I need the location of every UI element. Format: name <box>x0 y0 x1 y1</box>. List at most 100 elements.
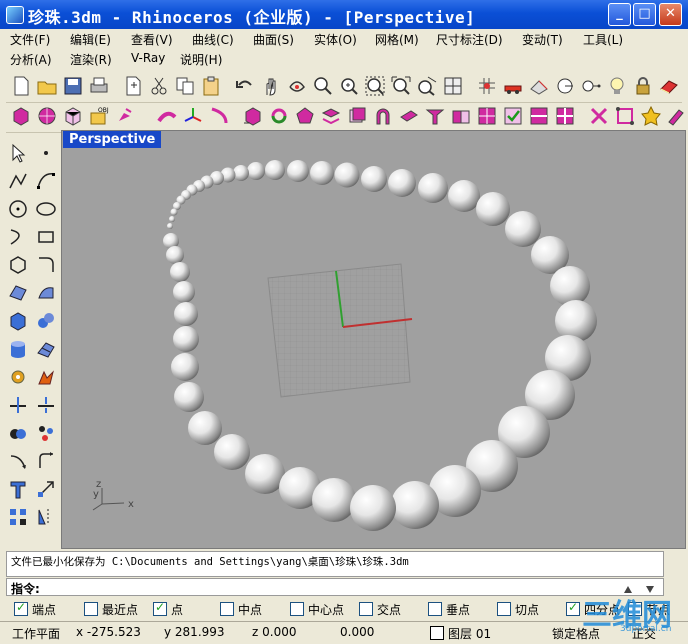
network-surface-icon[interactable] <box>588 105 610 127</box>
explode-star-icon[interactable] <box>35 366 57 388</box>
pearl-sphere[interactable] <box>555 300 597 342</box>
osnap-tangent[interactable]: 切点 <box>497 601 539 618</box>
pearl-sphere[interactable] <box>173 326 199 352</box>
osnap-center-checkbox[interactable] <box>290 602 304 616</box>
undo-icon[interactable] <box>234 75 256 97</box>
pearl-sphere[interactable] <box>334 162 360 188</box>
osnap-intersection-checkbox[interactable] <box>359 602 373 616</box>
paste-icon[interactable] <box>200 75 222 97</box>
arch-icon[interactable] <box>372 105 394 127</box>
import-icon[interactable] <box>122 75 144 97</box>
rhino-app-icon[interactable] <box>6 6 24 24</box>
pearl-sphere[interactable] <box>174 382 204 412</box>
polyline-icon[interactable] <box>7 170 29 192</box>
pearl-sphere[interactable] <box>173 281 195 303</box>
box-solid-icon[interactable] <box>10 105 32 127</box>
box-icon[interactable] <box>7 310 29 332</box>
zoom-dynamic-icon[interactable] <box>312 75 334 97</box>
grid-surface-icon[interactable] <box>476 105 498 127</box>
rotate-object-icon[interactable] <box>268 105 290 127</box>
osnap-near-checkbox[interactable] <box>84 602 98 616</box>
minimize-button[interactable]: _ <box>608 3 631 26</box>
cylinder-icon[interactable] <box>7 338 29 360</box>
menu-dimension[interactable]: 尺寸标注(D) <box>436 31 503 48</box>
flag-surface-icon[interactable] <box>424 105 446 127</box>
maximize-button[interactable]: □ <box>633 3 656 26</box>
pearl-sphere[interactable] <box>171 353 199 381</box>
copy-icon[interactable] <box>174 75 196 97</box>
star-solid-icon[interactable] <box>640 105 662 127</box>
osnap-point-checkbox[interactable] <box>153 600 167 616</box>
osnap-end[interactable]: 端点 <box>14 600 56 618</box>
split-surface-icon[interactable] <box>528 105 550 127</box>
print-icon[interactable] <box>88 75 110 97</box>
menu-transform[interactable]: 变动(T) <box>522 31 563 48</box>
pearl-sphere[interactable] <box>247 162 265 180</box>
pearl-sphere[interactable] <box>170 208 178 216</box>
menu-analyze[interactable]: 分析(A) <box>10 51 52 68</box>
cplane-label[interactable]: 工作平面 <box>12 625 60 642</box>
pearl-sphere[interactable] <box>170 262 190 282</box>
osnap-quad-checkbox[interactable] <box>566 600 580 616</box>
check-surface-icon[interactable] <box>502 105 524 127</box>
rotate-curve-icon[interactable] <box>35 450 57 472</box>
zoom-window-icon[interactable] <box>338 75 360 97</box>
split-icon[interactable] <box>35 394 57 416</box>
close-button[interactable]: ✕ <box>659 3 682 26</box>
rotate-view-icon[interactable] <box>286 75 308 97</box>
polygon-solid-icon[interactable] <box>294 105 316 127</box>
unroll-icon[interactable] <box>320 105 342 127</box>
four-view-icon[interactable] <box>442 75 464 97</box>
pearl-sphere[interactable] <box>310 161 334 185</box>
menu-curve[interactable]: 曲线(C) <box>192 31 234 48</box>
surface-ribbon-icon[interactable] <box>156 105 178 127</box>
pearl-sphere[interactable] <box>312 478 356 522</box>
pearl-sphere[interactable] <box>418 173 448 203</box>
twist-icon[interactable] <box>208 105 230 127</box>
set-view-icon[interactable] <box>580 75 602 97</box>
layer-panel[interactable]: 图层 01 <box>430 625 491 642</box>
polygon-icon[interactable] <box>7 254 29 276</box>
pearl-sphere[interactable] <box>361 166 387 192</box>
pearl-sphere[interactable] <box>448 180 480 212</box>
group-icon[interactable] <box>35 422 57 444</box>
select-arrow-icon[interactable] <box>7 142 29 164</box>
pearl-sphere[interactable] <box>350 485 396 531</box>
circle-icon[interactable] <box>7 198 29 220</box>
sphere-group-icon[interactable] <box>35 310 57 332</box>
mirror-icon[interactable] <box>35 506 57 528</box>
cut-icon[interactable] <box>148 75 170 97</box>
pan-icon[interactable] <box>260 75 282 97</box>
osnap-center[interactable]: 中心点 <box>290 601 344 618</box>
revolve-surface-icon[interactable] <box>35 282 57 304</box>
osnap-intersection[interactable]: 交点 <box>359 601 401 618</box>
pearl-sphere[interactable] <box>188 411 222 445</box>
arc-icon[interactable] <box>7 226 29 248</box>
pearl-sphere[interactable] <box>166 246 184 264</box>
curve-icon[interactable] <box>35 170 57 192</box>
extrude-icon[interactable] <box>398 105 420 127</box>
menu-solid[interactable]: 实体(O) <box>314 31 357 48</box>
pearl-sphere[interactable] <box>550 266 590 306</box>
osnap-mid-checkbox[interactable] <box>220 602 234 616</box>
menu-help[interactable]: 说明(H) <box>180 51 222 68</box>
light-bulb-icon[interactable] <box>606 75 628 97</box>
gear-transform-icon[interactable] <box>7 366 29 388</box>
surface-from-points-icon[interactable] <box>7 282 29 304</box>
pearl-sphere[interactable] <box>388 169 416 197</box>
open-file-icon[interactable] <box>36 75 58 97</box>
text-icon[interactable] <box>7 478 29 500</box>
obj-export-icon[interactable]: OBJ <box>88 105 110 127</box>
osnap-end-checkbox[interactable] <box>14 600 28 616</box>
zoom-selected-icon[interactable] <box>416 75 438 97</box>
cplane-icon[interactable] <box>554 75 576 97</box>
pearl-sphere[interactable] <box>391 481 439 529</box>
pearl-sphere[interactable] <box>505 211 541 247</box>
scale-icon[interactable] <box>35 478 57 500</box>
shade-icon[interactable] <box>502 75 524 97</box>
pearl-sphere[interactable] <box>167 223 173 229</box>
pearl-sphere[interactable] <box>287 160 309 182</box>
axes-gumball-icon[interactable] <box>182 105 204 127</box>
blend-icon[interactable] <box>450 105 472 127</box>
paint-icon[interactable] <box>666 105 688 127</box>
